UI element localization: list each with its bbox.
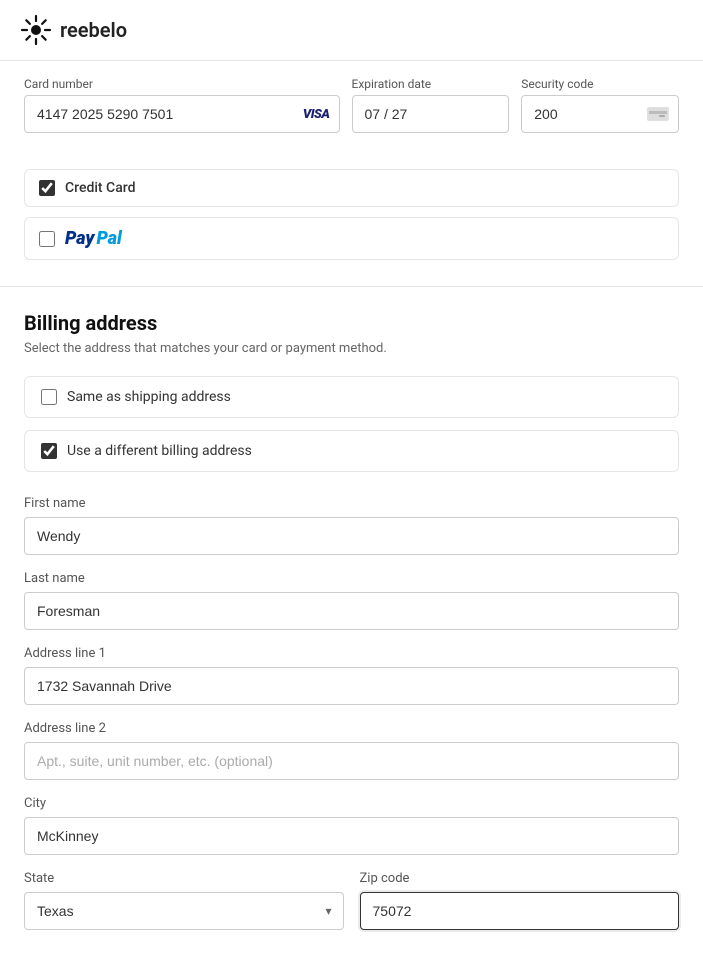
zip-label: Zip code [360, 871, 680, 886]
address1-input[interactable] [24, 667, 679, 705]
card-number-group: Card number VISA [24, 77, 340, 133]
payment-methods: Credit Card PayPal [0, 165, 703, 287]
address-options: Same as shipping address Use a different… [24, 376, 679, 472]
different-billing-checkbox[interactable] [41, 443, 57, 459]
different-billing-label: Use a different billing address [67, 443, 252, 459]
credit-card-label: Credit Card [65, 180, 135, 196]
city-field: City [24, 796, 679, 855]
security-group: Security code [521, 77, 679, 133]
card-section: Card number VISA Expiration date Securit… [0, 61, 703, 165]
address1-field: Address line 1 [24, 646, 679, 705]
zip-input[interactable] [360, 892, 680, 930]
header: reebelo [0, 0, 703, 61]
address2-label: Address line 2 [24, 721, 679, 736]
zip-field: Zip code [360, 871, 680, 930]
last-name-field: Last name [24, 571, 679, 630]
state-label: State [24, 871, 344, 886]
state-field: State Texas California New York Florida … [24, 871, 344, 930]
paypal-checkbox[interactable] [39, 231, 55, 247]
state-select-wrapper: Texas California New York Florida ▾ [24, 892, 344, 930]
security-label: Security code [521, 77, 679, 91]
first-name-field: First name [24, 496, 679, 555]
card-number-input[interactable] [24, 95, 340, 133]
logo-icon [20, 14, 52, 46]
city-input[interactable] [24, 817, 679, 855]
state-zip-row: State Texas California New York Florida … [24, 871, 679, 946]
billing-title: Billing address [24, 311, 679, 335]
billing-subtitle: Select the address that matches your car… [24, 341, 679, 356]
expiry-input[interactable] [352, 95, 510, 133]
credit-card-checkbox[interactable] [39, 180, 55, 196]
same-shipping-option[interactable]: Same as shipping address [24, 376, 679, 418]
visa-badge: VISA [303, 107, 330, 122]
last-name-input[interactable] [24, 592, 679, 630]
first-name-input[interactable] [24, 517, 679, 555]
expiry-label: Expiration date [352, 77, 510, 91]
address2-input[interactable] [24, 742, 679, 780]
paypal-option[interactable]: PayPal [24, 217, 679, 260]
same-shipping-label: Same as shipping address [67, 389, 231, 405]
logo-text: reebelo [60, 18, 127, 42]
cvv-icon [647, 107, 669, 121]
state-select[interactable]: Texas California New York Florida [24, 892, 344, 930]
paypal-logo: PayPal [65, 228, 122, 249]
expiry-group: Expiration date [352, 77, 510, 133]
first-name-label: First name [24, 496, 679, 511]
different-billing-option[interactable]: Use a different billing address [24, 430, 679, 472]
last-name-label: Last name [24, 571, 679, 586]
address1-label: Address line 1 [24, 646, 679, 661]
billing-section: Billing address Select the address that … [0, 287, 703, 962]
credit-card-option[interactable]: Credit Card [24, 169, 679, 207]
same-shipping-checkbox[interactable] [41, 389, 57, 405]
card-number-label: Card number [24, 77, 340, 91]
city-label: City [24, 796, 679, 811]
